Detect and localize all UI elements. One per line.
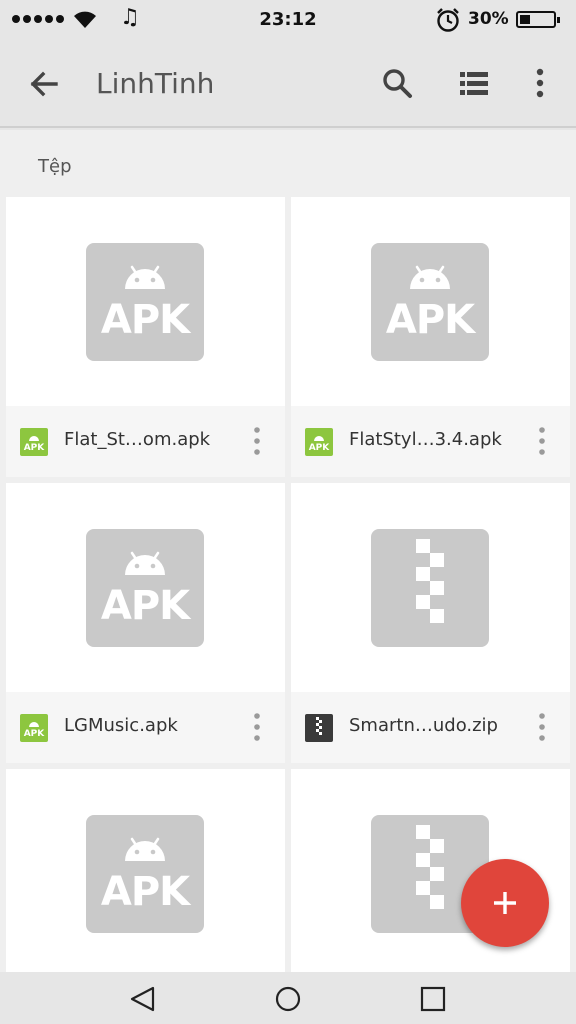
zipper-icon: [416, 539, 444, 623]
zipper-icon: [416, 825, 444, 909]
nav-back-icon[interactable]: [128, 984, 158, 1014]
file-grid: Tệp APK APK Flat_St…om.apk APK APK FlatS…: [0, 130, 576, 972]
more-vert-icon[interactable]: [532, 424, 552, 458]
android-icon: [410, 265, 450, 289]
android-icon: [125, 837, 165, 861]
nav-home-icon[interactable]: [273, 984, 303, 1014]
more-vert-icon[interactable]: [522, 64, 558, 104]
thumb-label: APK: [100, 297, 190, 343]
file-card[interactable]: APK APK LGMusic.apk: [6, 483, 285, 763]
file-thumbnail-box: APK: [86, 529, 204, 647]
file-name: Smartn…udo.zip: [349, 715, 498, 736]
file-card-footer: Smartn…udo.zip: [291, 692, 570, 763]
file-name: Flat_St…om.apk: [64, 429, 211, 450]
file-card[interactable]: APK: [6, 769, 285, 972]
file-thumbnail-box: APK: [86, 243, 204, 361]
file-card-footer: APK FlatStyl…3.4.apk: [291, 406, 570, 477]
file-card-footer: APK Flat_St…om.apk: [6, 406, 285, 477]
mini-apk-label: APK: [23, 729, 45, 739]
android-mini-icon: [314, 436, 324, 441]
zip-file-icon: [305, 714, 333, 742]
add-fab-button[interactable]: [461, 859, 549, 947]
add-icon: [494, 892, 516, 914]
file-card-footer: APK LGMusic.apk: [6, 692, 285, 763]
status-bar: ♫ 23:12 30%: [0, 0, 576, 40]
file-card[interactable]: Smartn…udo.zip: [291, 483, 570, 763]
alarm-icon: [437, 8, 459, 32]
page-title: LinhTinh: [96, 67, 215, 100]
apk-file-icon: APK: [20, 714, 48, 742]
mini-apk-label: APK: [308, 443, 330, 453]
file-thumbnail-box: [371, 529, 489, 647]
file-thumbnail[interactable]: APK: [6, 483, 285, 692]
battery-icon: [516, 11, 560, 28]
more-vert-icon[interactable]: [532, 710, 552, 744]
file-name: FlatStyl…3.4.apk: [349, 429, 502, 450]
file-card[interactable]: APK APK FlatStyl…3.4.apk: [291, 197, 570, 477]
android-mini-icon: [29, 722, 39, 727]
file-card[interactable]: APK APK Flat_St…om.apk: [6, 197, 285, 477]
android-icon: [125, 551, 165, 575]
mini-apk-label: APK: [23, 443, 45, 453]
file-name: LGMusic.apk: [64, 715, 178, 736]
thumb-label: APK: [385, 297, 475, 343]
android-icon: [125, 265, 165, 289]
apk-file-icon: APK: [20, 428, 48, 456]
file-thumbnail[interactable]: APK: [291, 197, 570, 406]
nav-recents-icon[interactable]: [418, 984, 448, 1014]
android-mini-icon: [29, 436, 39, 441]
section-label: Tệp: [38, 156, 72, 177]
thumb-label: APK: [100, 869, 190, 915]
zipper-mini-icon: [316, 717, 322, 735]
battery-fill: [520, 15, 530, 24]
file-thumbnail[interactable]: [291, 483, 570, 692]
app-bar: LinhTinh: [0, 40, 576, 128]
battery-percent: 30%: [468, 9, 509, 29]
list-view-icon[interactable]: [454, 64, 494, 104]
back-arrow-icon[interactable]: [24, 64, 64, 104]
more-vert-icon[interactable]: [247, 710, 267, 744]
more-vert-icon[interactable]: [247, 424, 267, 458]
thumb-label: APK: [100, 583, 190, 629]
search-icon[interactable]: [378, 64, 418, 104]
file-thumbnail-box: APK: [371, 243, 489, 361]
file-thumbnail-box: APK: [86, 815, 204, 933]
system-nav-bar: [0, 972, 576, 1024]
file-thumbnail[interactable]: APK: [6, 197, 285, 406]
apk-file-icon: APK: [305, 428, 333, 456]
file-thumbnail[interactable]: APK: [6, 769, 285, 972]
